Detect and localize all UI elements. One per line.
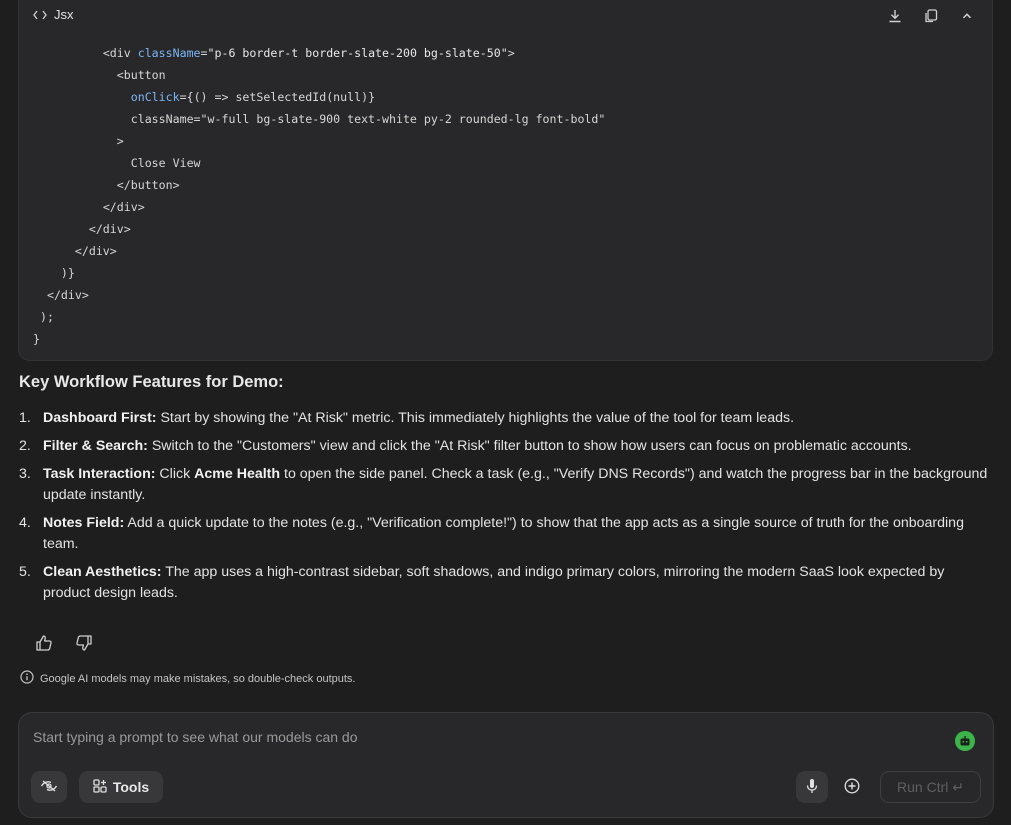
code-line: className="w-full bg-slate-900 text-whit… — [130, 112, 606, 126]
code-line: )} — [60, 266, 75, 280]
toggle-icon — [40, 779, 58, 796]
code-icon — [33, 10, 47, 20]
section-heading: Key Workflow Features for Demo: — [19, 373, 284, 391]
code-line: onClick={() => setSelectedId(null)} — [130, 90, 376, 104]
list-item: 4. Notes Field: Add a quick update to th… — [19, 515, 964, 552]
prompt-input[interactable] — [31, 725, 931, 749]
code-line: </div> — [46, 288, 89, 302]
list-item: 2. Filter & Search: Switch to the "Custo… — [19, 438, 912, 454]
bot-icon[interactable] — [955, 731, 975, 751]
code-line: </button> — [116, 178, 180, 192]
thumbs-up-icon[interactable] — [33, 632, 55, 654]
list-item: 1. Dashboard First: Start by showing the… — [19, 410, 795, 426]
feedback-buttons — [33, 632, 95, 654]
feature-list: 1. Dashboard First: Start by showing the… — [19, 408, 994, 611]
disclaimer: Google AI models may make mistakes, so d… — [20, 670, 356, 687]
code-line: ); — [39, 310, 54, 324]
disclaimer-text: Google AI models may make mistakes, so d… — [40, 672, 356, 685]
list-item: 3. Task Interaction: Click Acme Health t… — [19, 466, 988, 503]
code-line: } — [33, 332, 40, 346]
tools-button[interactable]: Tools — [79, 771, 163, 803]
thumbs-down-icon[interactable] — [73, 632, 95, 654]
mic-button[interactable] — [796, 771, 828, 803]
chevron-up-icon[interactable] — [956, 5, 978, 27]
run-button[interactable]: Run Ctrl ↵ — [880, 771, 981, 803]
list-item: 5. Clean Aesthetics: The app uses a high… — [19, 564, 945, 601]
copy-icon[interactable] — [920, 5, 942, 27]
code-actions — [884, 5, 978, 27]
tools-icon — [93, 778, 107, 796]
add-button[interactable] — [836, 771, 868, 803]
code-block-header: Jsx — [19, 0, 992, 32]
code-line: </div> — [102, 200, 145, 214]
code-language-text: Jsx — [54, 7, 74, 22]
tools-label: Tools — [112, 779, 150, 795]
code-block: Jsx <div className="p-6 border-t border-… — [18, 0, 993, 361]
prompt-box: Tools Run Ctrl ↵ — [18, 712, 994, 818]
code-language-label: Jsx — [33, 7, 74, 22]
mic-icon — [806, 778, 818, 797]
code-line: <button — [116, 68, 166, 82]
code-line: Close View — [130, 156, 201, 170]
code-line: </div> — [88, 222, 131, 236]
add-circle-icon — [844, 778, 860, 797]
code-content: <div className="p-6 border-t border-slat… — [33, 42, 605, 350]
toggle-button[interactable] — [31, 771, 67, 803]
code-line: </div> — [74, 244, 117, 258]
info-icon — [20, 670, 34, 687]
code-line: <div className="p-6 border-t border-slat… — [102, 46, 515, 60]
download-icon[interactable] — [884, 5, 906, 27]
code-line: > — [116, 134, 124, 148]
